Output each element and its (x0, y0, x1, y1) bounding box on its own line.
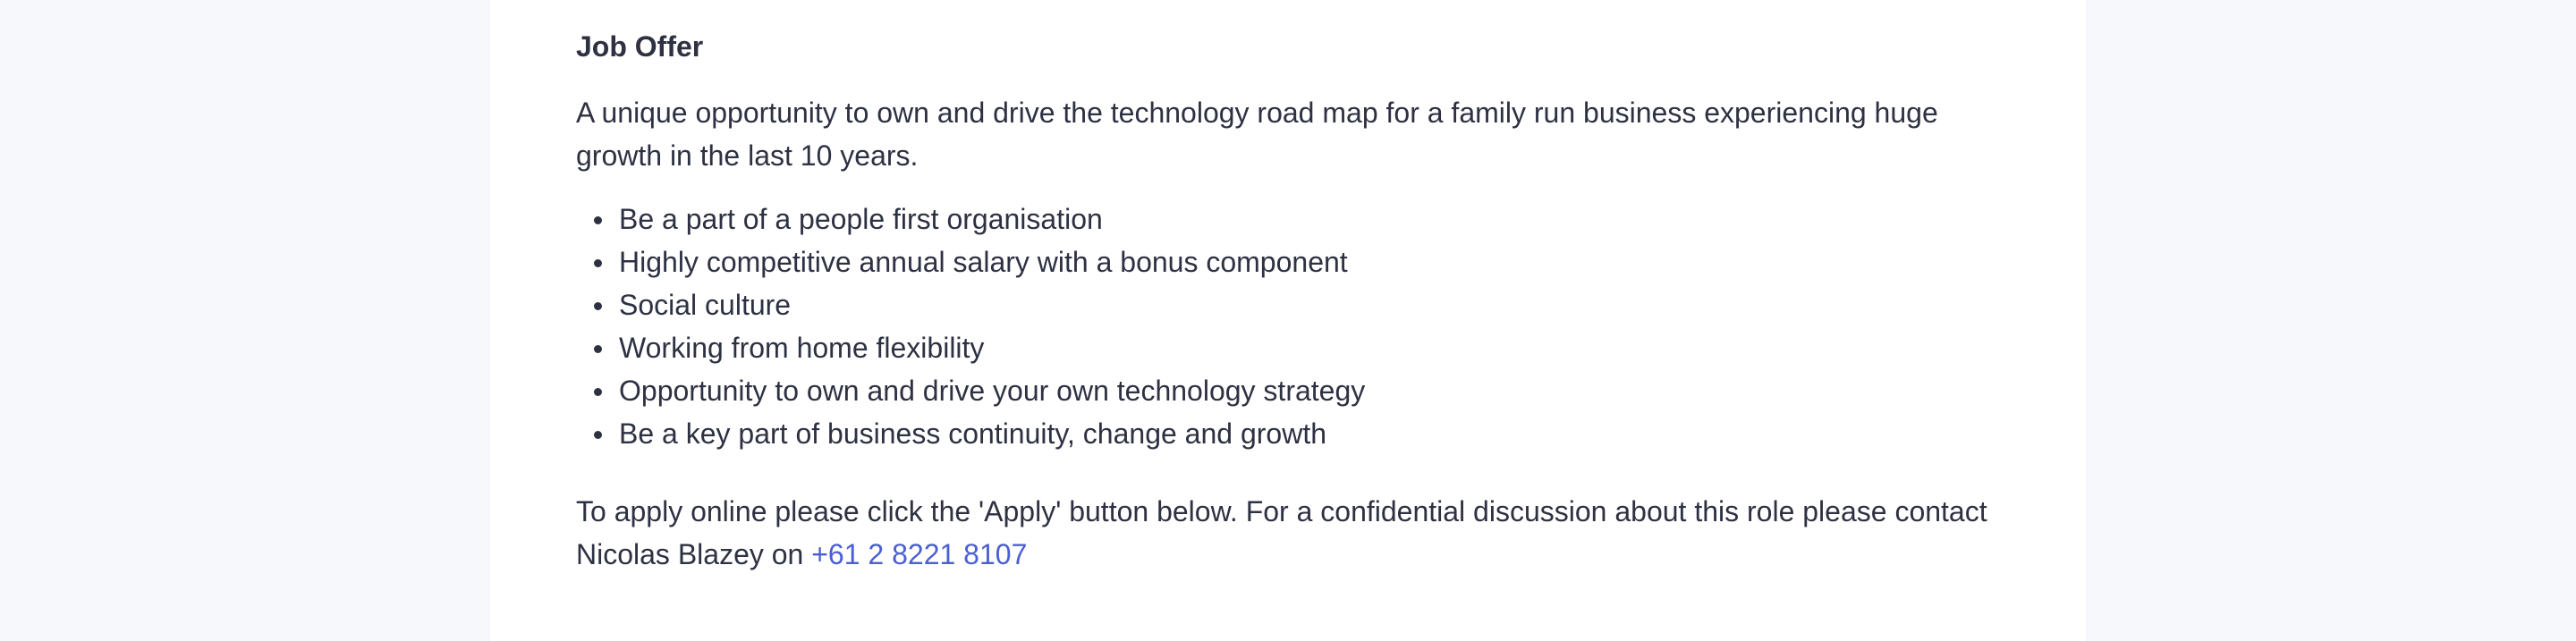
job-offer-intro: A unique opportunity to own and drive th… (576, 97, 1938, 172)
benefits-list: Be a part of a people first organisation… (576, 198, 1365, 455)
benefit-item: Social culture (593, 283, 1365, 326)
benefit-item: Be a key part of business continuity, ch… (593, 412, 1365, 455)
job-description-card: Job Offer A unique opportunity to own an… (490, 0, 2086, 641)
job-offer-heading: Job Offer (576, 30, 704, 63)
apply-instructions: To apply online please click the 'Apply'… (576, 490, 2007, 576)
apply-instructions-text: To apply online please click the 'Apply'… (576, 495, 1987, 570)
benefit-item: Working from home flexibility (593, 326, 1365, 369)
benefit-item: Opportunity to own and drive your own te… (593, 369, 1365, 412)
phone-link[interactable]: +61 2 8221 8107 (811, 538, 1027, 570)
benefit-item: Be a part of a people first organisation (593, 198, 1365, 240)
benefit-item: Highly competitive annual salary with a … (593, 240, 1365, 283)
